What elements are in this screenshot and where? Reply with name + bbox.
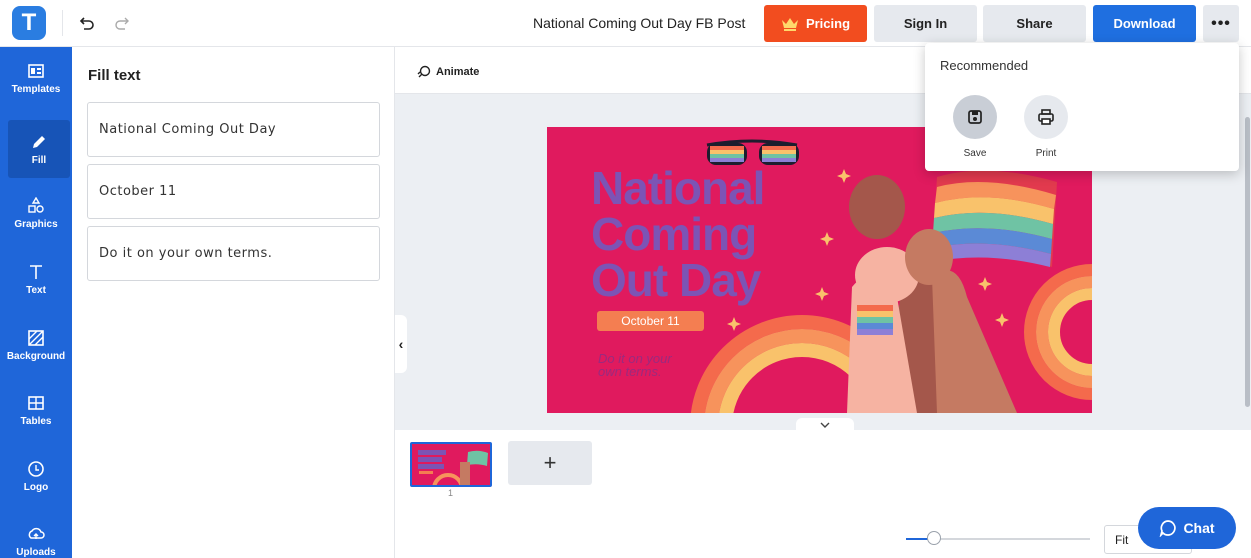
shapes-icon (28, 196, 44, 213)
sidebar-item-background[interactable]: Background (0, 316, 72, 374)
redo-icon[interactable] (111, 12, 133, 34)
sidebar-item-label: Background (6, 350, 66, 362)
pricing-label: Pricing (805, 16, 851, 31)
thumbnail-artwork (412, 444, 490, 485)
sidebar-item-templates[interactable]: Templates (0, 49, 72, 107)
fill-panel: Fill text National Coming Out Day Octobe… (72, 47, 395, 558)
logo-icon (28, 460, 44, 477)
app-logo[interactable]: T (12, 6, 46, 40)
headline-line-2: Coming (591, 208, 757, 260)
fill-text-field[interactable]: October 11 (87, 164, 380, 219)
save-label: Save (963, 148, 987, 159)
animate-button[interactable]: Animate (417, 65, 479, 79)
sidebar-item-uploads[interactable]: Uploads (0, 512, 72, 558)
more-options-button[interactable]: ••• (1203, 5, 1239, 42)
chat-bubble-icon (1160, 520, 1177, 537)
crown-icon (781, 17, 798, 31)
chat-label: Chat (1183, 520, 1215, 536)
canvas-scrollbar[interactable] (1245, 117, 1250, 407)
chevron-down-icon (820, 422, 830, 428)
document-title[interactable]: National Coming Out Day FB Post (533, 15, 745, 31)
animate-icon (417, 65, 431, 78)
panel-title: Fill text (88, 67, 141, 84)
sidebar-item-text[interactable]: Text (0, 250, 72, 308)
tagline-line-2: own terms. (598, 364, 662, 379)
templates-icon (28, 63, 44, 78)
collapse-panel-button[interactable]: ‹ (395, 315, 407, 373)
save-icon (953, 95, 997, 139)
sign-in-button[interactable]: Sign In (874, 5, 977, 42)
sidebar-item-label: Logo (23, 481, 49, 493)
headline-line-3: Out Day (591, 254, 761, 306)
more-options-dropdown: Recommended Save Print (925, 43, 1239, 171)
pricing-button[interactable]: Pricing (764, 5, 867, 42)
sidebar-item-label: Templates (11, 83, 61, 95)
headline-line-1: National (591, 162, 765, 214)
sidebar-item-logo[interactable]: Logo (0, 447, 72, 505)
undo-icon[interactable] (76, 12, 98, 34)
print-label: Print (1035, 148, 1057, 159)
text-icon (30, 264, 42, 279)
page-thumbnail[interactable] (410, 442, 492, 487)
zoom-slider-handle[interactable] (927, 531, 941, 545)
download-button[interactable]: Download (1093, 5, 1196, 42)
sidebar-item-label: Text (26, 284, 46, 296)
sidebar-item-tables[interactable]: Tables (0, 381, 72, 439)
add-page-button[interactable]: + (508, 441, 592, 485)
sidebar-item-label: Fill (31, 154, 47, 166)
sidebar-item-label: Tables (20, 415, 52, 427)
topbar-divider (62, 10, 63, 36)
sidebar-item-label: Uploads (16, 546, 56, 558)
animate-label: Animate (436, 66, 480, 78)
pencil-icon (33, 135, 45, 148)
top-bar: T National Coming Out Day FB Post Pricin… (0, 0, 1251, 47)
chat-button[interactable]: Chat (1138, 507, 1236, 549)
fill-text-field[interactable]: Do it on your own terms. (87, 226, 380, 281)
design-headline[interactable]: National Coming Out Day (591, 162, 765, 306)
sidebar-item-label: Graphics (14, 218, 58, 230)
sidebar-rail: Templates Fill Graphics Text Background … (0, 47, 72, 558)
design-tagline[interactable]: Do it on your own terms. (598, 352, 708, 378)
fill-text-field[interactable]: National Coming Out Day (87, 102, 380, 157)
upload-icon (28, 527, 45, 539)
page-number: 1 (448, 488, 454, 498)
print-option[interactable]: Print (1021, 95, 1071, 159)
background-icon (28, 329, 44, 346)
sidebar-item-fill[interactable]: Fill (8, 120, 70, 178)
sidebar-item-graphics[interactable]: Graphics (0, 184, 72, 242)
print-icon (1024, 95, 1068, 139)
design-date[interactable]: October 11 (597, 311, 704, 331)
share-button[interactable]: Share (983, 5, 1086, 42)
dropdown-title: Recommended (940, 58, 1029, 73)
save-option[interactable]: Save (950, 95, 1000, 159)
table-icon (28, 395, 44, 410)
